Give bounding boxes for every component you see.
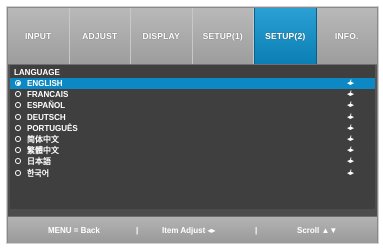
tab-adjust[interactable]: ADJUST	[70, 8, 131, 64]
language-option-simplified-chinese[interactable]: 简体中文 ◂/▸	[10, 134, 375, 145]
radio-icon	[15, 113, 21, 120]
language-option-japanese[interactable]: 日本語 ◂/▸	[10, 156, 375, 167]
tab-display[interactable]: DISPLAY	[131, 8, 193, 64]
radio-selected-icon	[15, 80, 21, 86]
tab-setup-1[interactable]: SETUP(1)	[193, 8, 254, 64]
radio-icon	[15, 124, 21, 131]
left-right-arrows-icon: ◂/▸	[347, 169, 354, 177]
radio-icon	[15, 158, 21, 165]
language-option-espanol[interactable]: ESPAÑOL ◂/▸	[10, 100, 375, 111]
radio-icon	[15, 169, 21, 176]
tab-input[interactable]: INPUT	[8, 8, 70, 64]
osd-menu-window: INPUT ADJUST DISPLAY SETUP(1) SETUP(2) I…	[6, 6, 379, 244]
left-right-arrows-icon: ◂/▸	[347, 147, 354, 155]
content-panel: LANGUAGE ENGLISH ◂/▸ FRANCAIS ◂/▸ ESPAÑO…	[10, 65, 375, 209]
left-right-arrows-icon: ◂/▸	[347, 124, 354, 132]
tab-bar: INPUT ADJUST DISPLAY SETUP(1) SETUP(2) I…	[8, 8, 377, 65]
radio-icon	[15, 147, 21, 154]
language-label: 한국어	[27, 168, 50, 178]
section-title: LANGUAGE	[14, 68, 60, 77]
radio-icon	[15, 91, 21, 98]
radio-icon	[15, 135, 21, 142]
language-option-francais[interactable]: FRANCAIS ◂/▸	[10, 89, 375, 100]
language-option-portugues[interactable]: PORTUGUÊS ◂/▸	[10, 123, 375, 134]
footer-help-bar: MENU = Back | Item Adjust ◂▸ | Scroll ▲▼	[8, 216, 377, 243]
language-label: DEUTSCH	[27, 112, 66, 122]
left-right-arrows-icon: ◂/▸	[347, 113, 354, 121]
left-right-arrows-icon: ◂/▸	[347, 80, 354, 87]
left-right-arrows-icon: ◂/▸	[347, 102, 354, 110]
language-label: 简体中文	[27, 134, 59, 144]
language-option-deutsch[interactable]: DEUTSCH ◂/▸	[10, 112, 375, 123]
divider: |	[136, 226, 139, 235]
divider: |	[255, 226, 258, 235]
left-right-arrows-icon: ◂/▸	[347, 91, 354, 99]
language-option-traditional-chinese[interactable]: 繁體中文 ◂/▸	[10, 145, 375, 156]
language-list: ENGLISH ◂/▸ FRANCAIS ◂/▸ ESPAÑOL ◂/▸ DEU…	[10, 78, 375, 179]
left-right-arrows-icon: ◂/▸	[347, 158, 354, 166]
left-right-arrows-icon: ◂/▸	[347, 135, 354, 143]
tab-info[interactable]: INFO.	[317, 8, 378, 64]
language-label: ESPAÑOL	[27, 101, 66, 111]
language-label: 日本語	[27, 157, 51, 167]
language-label: 繁體中文	[27, 146, 59, 156]
tab-setup-2[interactable]: SETUP(2)	[254, 8, 317, 64]
scroll-hint: Scroll ▲▼	[297, 226, 338, 235]
menu-back-hint: MENU = Back	[48, 226, 100, 235]
radio-icon	[15, 102, 21, 109]
language-option-korean[interactable]: 한국어 ◂/▸	[10, 168, 375, 179]
language-option-english[interactable]: ENGLISH ◂/▸	[10, 78, 375, 90]
language-label: PORTUGUÊS	[27, 123, 78, 133]
language-label: FRANCAIS	[27, 90, 69, 100]
item-adjust-hint: Item Adjust ◂▸	[162, 226, 216, 235]
language-label: ENGLISH	[27, 79, 63, 88]
